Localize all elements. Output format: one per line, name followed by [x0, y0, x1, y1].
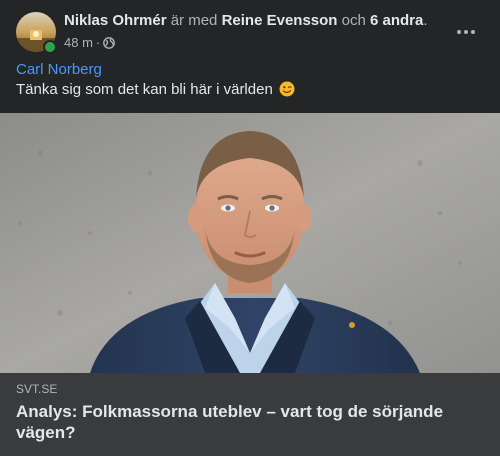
more-dot-icon	[457, 30, 461, 34]
mention-line: Carl Norberg	[16, 60, 484, 80]
more-dot-icon	[471, 30, 475, 34]
message-line: Tänka sig som det kan bli här i världen	[16, 80, 484, 100]
link-preview-card[interactable]: SVT.SE Analys: Folkmassorna uteblev – va…	[0, 373, 500, 456]
post-text: Carl Norberg Tänka sig som det kan bli h…	[16, 60, 484, 100]
post-headline: Niklas Ohrmér är med Reine Evensson och …	[64, 11, 428, 30]
winking-face-emoji-icon	[279, 81, 295, 97]
mention-link[interactable]: Carl Norberg	[16, 61, 102, 78]
author-name-link[interactable]: Niklas Ohrmér	[64, 12, 167, 29]
online-status-indicator	[43, 40, 57, 54]
post-meta: 48 m ·	[64, 35, 116, 51]
post-timestamp[interactable]: 48 m	[64, 35, 93, 51]
link-preview-image[interactable]	[0, 113, 500, 373]
post-message: Tänka sig som det kan bli här i världen	[16, 81, 273, 98]
globe-icon[interactable]	[103, 37, 116, 49]
post-header: Niklas Ohrmér är med Reine Evensson och …	[0, 0, 500, 60]
more-options-button[interactable]	[450, 16, 482, 48]
with-text: är med	[170, 12, 218, 29]
tagged-person-link[interactable]: Reine Evensson	[222, 12, 338, 29]
feed-post: Niklas Ohrmér är med Reine Evensson och …	[0, 0, 500, 456]
headline-period: .	[423, 12, 428, 29]
link-source: SVT.SE	[16, 382, 58, 396]
and-text: och	[341, 12, 366, 29]
more-dot-icon	[464, 30, 468, 34]
others-link[interactable]: 6 andra	[370, 12, 423, 29]
meta-separator: ·	[95, 35, 101, 50]
link-title[interactable]: Analys: Folkmassorna uteblev – vart tog …	[16, 401, 476, 443]
